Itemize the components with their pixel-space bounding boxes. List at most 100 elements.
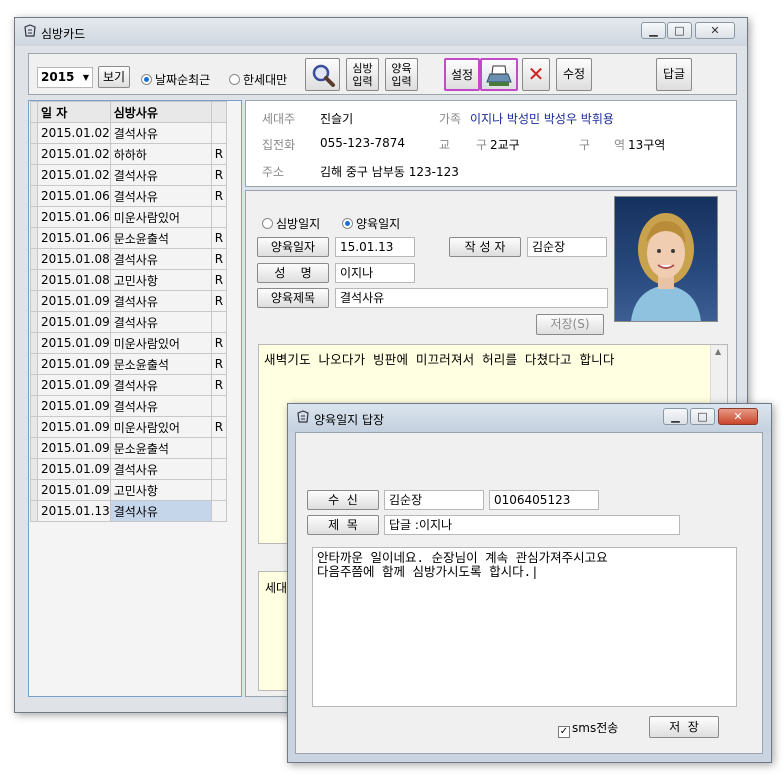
care-entry-button[interactable]: 양육 입력: [385, 58, 418, 91]
row-flag: [210, 206, 227, 228]
radio-visit-journal-dot[interactable]: [262, 218, 273, 229]
reply-save-button[interactable]: 저 장: [649, 716, 719, 738]
table-row[interactable]: 2015.01.08 고민사항 R: [30, 269, 227, 291]
table-row[interactable]: 2015.01.09 문소윤출석 R: [30, 353, 227, 375]
row-date: 2015.01.09: [37, 290, 111, 312]
row-reason: 문소윤출석: [109, 437, 212, 459]
reply-message-textarea[interactable]: 안타까운 일이네요. 순장님이 계속 관심가져주시고요 다음주쯤에 함께 심방가…: [312, 547, 737, 707]
recipient-phone-field[interactable]: 0106405123: [489, 490, 599, 510]
care-title-label[interactable]: 양육제목: [257, 288, 329, 308]
reply-button[interactable]: 답글: [656, 58, 692, 91]
visit-list-panel: 일 자 심방사유 2015.01.02 결석사유 2015.01.02 하하하 R 201…: [28, 100, 242, 697]
table-row[interactable]: 2015.01.09 고민사항: [30, 479, 227, 501]
radio-household-dot[interactable]: [229, 74, 240, 85]
radio-date-order-dot[interactable]: [141, 74, 152, 85]
settings-button[interactable]: 설정: [444, 58, 480, 91]
minimize-icon[interactable]: ▁: [641, 22, 666, 39]
table-row[interactable]: 2015.01.09 결석사유: [30, 395, 227, 417]
list-header-row: 일 자 심방사유: [30, 101, 227, 123]
subject-label[interactable]: 제 목: [307, 515, 379, 535]
row-reason: 문소윤출석: [109, 227, 212, 249]
table-row[interactable]: 2015.01.09 결석사유 R: [30, 374, 227, 396]
care-date-field[interactable]: 15.01.13: [335, 237, 415, 257]
sms-checkbox[interactable]: ✓ sms전송: [558, 719, 618, 738]
row-flag: R: [210, 353, 227, 375]
table-row[interactable]: 2015.01.06 결석사유 R: [30, 185, 227, 207]
reply-message-line1: 안타까운 일이네요. 순장님이 계속 관심가져주시고요: [317, 550, 608, 565]
reply-maximize-icon[interactable]: □: [690, 408, 715, 425]
chevron-down-icon[interactable]: ▼: [83, 68, 89, 87]
reply-close-icon[interactable]: ✕: [718, 408, 758, 425]
table-row[interactable]: 2015.01.08 결석사유 R: [30, 248, 227, 270]
print-button[interactable]: [480, 58, 518, 91]
view-button[interactable]: 보기: [98, 66, 130, 88]
row-gutter: [30, 500, 38, 522]
table-row[interactable]: 2015.01.02 하하하 R: [30, 143, 227, 165]
maximize-icon[interactable]: □: [667, 22, 692, 39]
row-gutter: [30, 206, 38, 228]
table-row[interactable]: 2015.01.09 결석사유: [30, 458, 227, 480]
row-date: 2015.01.08: [37, 248, 111, 270]
row-date: 2015.01.08: [37, 269, 111, 291]
table-row[interactable]: 2015.01.09 미운사람있어 R: [30, 416, 227, 438]
row-date: 2015.01.09: [37, 353, 111, 375]
family-label: 가족: [439, 112, 462, 126]
row-reason: 미운사람있어: [109, 206, 212, 228]
close-icon[interactable]: ✕: [695, 22, 735, 39]
author-label[interactable]: 작 성 자: [449, 237, 521, 257]
row-gutter: [30, 458, 38, 480]
table-row[interactable]: 2015.01.09 결석사유: [30, 311, 227, 333]
radio-household-only[interactable]: 한세대만: [229, 71, 287, 88]
table-row[interactable]: 2015.01.02 결석사유: [30, 122, 227, 144]
table-row[interactable]: 2015.01.13 결석사유: [30, 500, 227, 522]
care-title-field[interactable]: 결석사유: [335, 288, 608, 308]
row-date: 2015.01.06: [37, 227, 111, 249]
portrait-image: [631, 213, 701, 321]
list-header-reason[interactable]: 심방사유: [109, 101, 212, 123]
head-label: 세대주: [262, 112, 296, 126]
edit-button[interactable]: 수정: [556, 58, 592, 91]
author-field[interactable]: 김순장: [527, 237, 607, 257]
table-row[interactable]: 2015.01.09 결석사유 R: [30, 290, 227, 312]
visit-entry-button[interactable]: 심방 입력: [346, 58, 379, 91]
radio-care-journal-label: 양육일지: [356, 217, 401, 231]
row-reason: 미운사람있어: [109, 416, 212, 438]
reply-titlebar[interactable]: 양육일지 답장 ▁ □ ✕: [288, 404, 771, 432]
table-row[interactable]: 2015.01.09 미운사람있어 R: [30, 332, 227, 354]
form-save-button[interactable]: 저장(S): [536, 314, 604, 335]
row-flag: [210, 458, 227, 480]
row-flag: R: [210, 416, 227, 438]
recipient-name-field[interactable]: 김순장: [384, 490, 484, 510]
row-date: 2015.01.06: [37, 185, 111, 207]
recipient-label[interactable]: 수 신: [307, 490, 379, 510]
subject-field[interactable]: 답글 :이지나: [384, 515, 680, 535]
head-value: 진슬기: [320, 112, 354, 126]
name-field[interactable]: 이지나: [335, 263, 415, 283]
row-date: 2015.01.02: [37, 122, 111, 144]
year-select[interactable]: 2015 ▼: [37, 67, 93, 88]
table-row[interactable]: 2015.01.09 문소윤출석: [30, 437, 227, 459]
radio-visit-journal-label: 심방일지: [276, 217, 321, 231]
care-date-label[interactable]: 양육일자: [257, 237, 329, 257]
sms-check-icon[interactable]: ✓: [558, 726, 570, 738]
table-row[interactable]: 2015.01.02 결석사유 R: [30, 164, 227, 186]
address-value: 김해 중구 남부동 123-123: [320, 165, 459, 179]
search-button[interactable]: [305, 58, 340, 91]
radio-visit-journal[interactable]: 심방일지: [262, 215, 320, 232]
printer-icon: [486, 65, 512, 86]
name-label[interactable]: 성 명: [257, 263, 329, 283]
list-header-date[interactable]: 일 자: [37, 101, 111, 123]
table-row[interactable]: 2015.01.06 미운사람있어: [30, 206, 227, 228]
radio-care-journal-dot[interactable]: [342, 218, 353, 229]
delete-button[interactable]: ✕: [522, 58, 550, 91]
list-header-flag: [210, 101, 227, 123]
row-reason: 결석사유: [109, 395, 212, 417]
radio-date-order[interactable]: 날짜순최근: [141, 71, 210, 88]
main-titlebar[interactable]: 심방카드 ▁ □ ✕: [15, 18, 747, 46]
scroll-up-icon[interactable]: ▲: [715, 347, 721, 356]
row-flag: R: [210, 227, 227, 249]
table-row[interactable]: 2015.01.06 문소윤출석 R: [30, 227, 227, 249]
reply-minimize-icon[interactable]: ▁: [663, 408, 688, 425]
row-reason: 결석사유: [109, 248, 212, 270]
radio-care-journal[interactable]: 양육일지: [342, 215, 400, 232]
